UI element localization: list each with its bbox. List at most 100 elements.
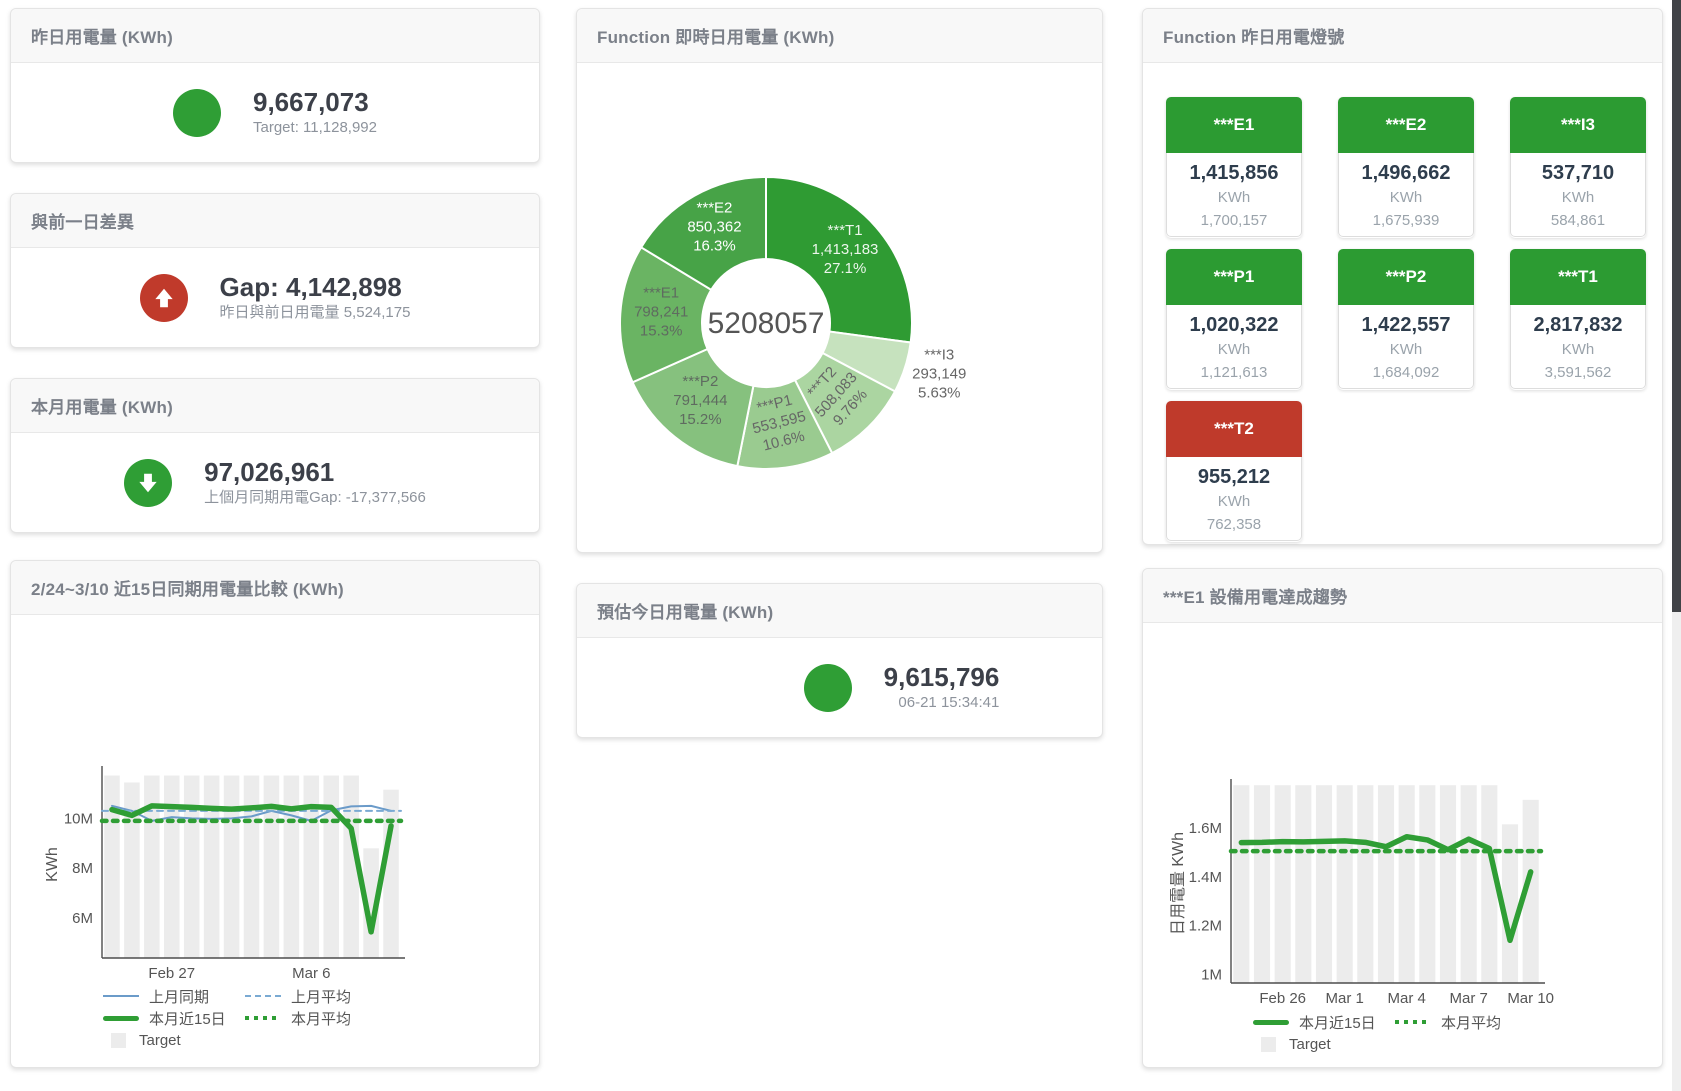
- forecast-timestamp: 06-21 15:34:41: [884, 692, 1000, 714]
- green-line-icon: [1253, 1020, 1289, 1025]
- target-bar: [224, 775, 240, 958]
- green-line-icon: [103, 1016, 139, 1021]
- target-bar: [264, 775, 280, 958]
- yesterday-target: Target: 11,128,992: [253, 117, 377, 139]
- target-bar: [1378, 785, 1394, 983]
- target-bar: [1440, 785, 1456, 983]
- compare-legend: 上月同期 上月平均 本月近15日 本月平均 Target: [103, 985, 387, 1051]
- tile-body: 1,020,322 KWh 1,121,613: [1166, 305, 1302, 389]
- tile-unit: KWh: [1511, 186, 1645, 209]
- legend-item-target[interactable]: Target: [103, 1032, 235, 1049]
- tile-value: 1,496,662: [1339, 160, 1473, 186]
- legend-item-this-month-avg[interactable]: 本月平均: [245, 1008, 387, 1029]
- tile-unit: KWh: [1339, 186, 1473, 209]
- tile-body: 2,817,832 KWh 3,591,562: [1510, 305, 1646, 389]
- card-e1-trend-chart: ***E1 設備用電達成趨勢 1M1.2M1.4M1.6MFeb 26Mar 1…: [1142, 568, 1663, 1068]
- tile-body: 1,496,662 KWh 1,675,939: [1338, 153, 1474, 237]
- legend-label: 本月平均: [291, 1008, 369, 1029]
- card-title-forecast: 預估今日用電量 (KWh): [597, 598, 773, 623]
- status-tile-p1[interactable]: ***P1 1,020,322 KWh 1,121,613: [1166, 249, 1302, 390]
- gap-value: Gap: 4,142,898: [220, 272, 411, 302]
- legend-label: 上月同期: [149, 986, 227, 1007]
- legend-label: 本月近15日: [1299, 1012, 1377, 1033]
- tile-header: ***P2: [1338, 249, 1474, 305]
- tile-value: 1,422,557: [1339, 312, 1473, 338]
- y-tick-label: 1M: [1201, 966, 1222, 983]
- target-bar: [1275, 785, 1291, 983]
- tile-header: ***P1: [1166, 249, 1302, 305]
- target-bar: [1316, 785, 1332, 983]
- target-bar: [304, 775, 320, 958]
- tile-value: 1,415,856: [1167, 160, 1301, 186]
- tile-unit: KWh: [1167, 338, 1301, 361]
- tile-target: 1,675,939: [1339, 209, 1473, 232]
- card-month-usage: 本月用電量 (KWh) 97,026,961 上個月同期用電Gap: -17,3…: [10, 378, 540, 533]
- x-tick-label: Mar 10: [1507, 990, 1554, 1007]
- tile-unit: KWh: [1167, 186, 1301, 209]
- trend-legend: 本月近15日 本月平均 Target: [1253, 1011, 1537, 1055]
- dashboard: 昨日用電量 (KWh) 9,667,073 Target: 11,128,992…: [0, 0, 1681, 1091]
- card-title-yesterday: 昨日用電量 (KWh): [31, 23, 173, 48]
- card-body: 9,615,796 06-21 15:34:41: [577, 638, 1102, 738]
- arrow-up-icon: [140, 274, 188, 322]
- status-tile-t1[interactable]: ***T1 2,817,832 KWh 3,591,562: [1510, 249, 1646, 390]
- target-bar: [204, 775, 220, 958]
- status-tile-i3[interactable]: ***I3 537,710 KWh 584,861: [1510, 97, 1646, 238]
- arrow-down-icon: [124, 459, 172, 507]
- target-bar: [323, 775, 339, 958]
- stat-row: 9,615,796 06-21 15:34:41: [639, 638, 1164, 738]
- card-today-forecast: 預估今日用電量 (KWh) 9,615,796 06-21 15:34:41: [576, 583, 1103, 738]
- tile-value: 537,710: [1511, 160, 1645, 186]
- tile-unit: KWh: [1167, 490, 1301, 513]
- gap-subtitle: 昨日與前日用電量 5,524,175: [220, 302, 411, 324]
- card-title-gap: 與前一日差異: [31, 208, 134, 233]
- status-tile-e1[interactable]: ***E1 1,415,856 KWh 1,700,157: [1166, 97, 1302, 238]
- card-compare-chart: 2/24~3/10 近15日同期用電量比較 (KWh) 6M8M10MFeb 2…: [10, 560, 540, 1068]
- tile-target: 1,700,157: [1167, 209, 1301, 232]
- status-tile-p2[interactable]: ***P2 1,422,557 KWh 1,684,092: [1338, 249, 1474, 390]
- card-light-status: Function 昨日用電燈號 ***E1 1,415,856 KWh 1,70…: [1142, 8, 1663, 545]
- legend-item-this-month[interactable]: 本月近15日: [103, 1008, 245, 1029]
- y-tick-label: 8M: [72, 860, 93, 877]
- card-header: 預估今日用電量 (KWh): [577, 584, 1102, 638]
- tile-target: 1,684,092: [1339, 361, 1473, 384]
- card-realtime-donut: Function 即時日用電量 (KWh) ***T11,413,18327.1…: [576, 8, 1103, 553]
- stat-row: Gap: 4,142,898 昨日與前日用電量 5,524,175: [11, 248, 539, 348]
- target-bar: [1357, 785, 1373, 983]
- target-bar: [184, 775, 200, 958]
- tile-unit: KWh: [1339, 338, 1473, 361]
- donut-center-total: 5208057: [708, 307, 825, 340]
- tile-target: 762,358: [1167, 513, 1301, 536]
- tile-body: 955,212 KWh 762,358: [1166, 457, 1302, 541]
- status-tile-e2[interactable]: ***E2 1,496,662 KWh 1,675,939: [1338, 97, 1474, 238]
- legend-item-target[interactable]: Target: [1253, 1036, 1385, 1053]
- tile-target: 1,121,613: [1167, 361, 1301, 384]
- tile-unit: KWh: [1511, 338, 1645, 361]
- x-tick-label: Mar 4: [1387, 990, 1425, 1007]
- legend-item-last-month-avg[interactable]: 上月平均: [245, 986, 387, 1007]
- tile-body: 1,422,557 KWh 1,684,092: [1338, 305, 1474, 389]
- scrollbar-thumb[interactable]: [1672, 0, 1681, 612]
- target-bar: [144, 775, 160, 958]
- tile-body: 537,710 KWh 584,861: [1510, 153, 1646, 237]
- legend-item-last-month[interactable]: 上月同期: [103, 986, 245, 1007]
- target-bar: [284, 775, 300, 958]
- x-tick-label: Mar 1: [1325, 990, 1363, 1007]
- status-circle-icon: [804, 664, 852, 712]
- legend-item-this-month[interactable]: 本月近15日: [1253, 1012, 1395, 1033]
- target-bar: [1419, 785, 1435, 983]
- month-gap: 上個月同期用電Gap: -17,377,566: [204, 487, 426, 509]
- card-body: 97,026,961 上個月同期用電Gap: -17,377,566: [11, 433, 539, 533]
- card-body: Gap: 4,142,898 昨日與前日用電量 5,524,175: [11, 248, 539, 348]
- legend-item-this-month-avg[interactable]: 本月平均: [1395, 1012, 1537, 1033]
- y-tick-label: 6M: [72, 910, 93, 927]
- yesterday-value: 9,667,073: [253, 87, 377, 117]
- card-header: Function 昨日用電燈號: [1143, 9, 1662, 63]
- card-yesterday-usage: 昨日用電量 (KWh) 9,667,073 Target: 11,128,992: [10, 8, 540, 163]
- status-tile-t2[interactable]: ***T2 955,212 KWh 762,358: [1166, 401, 1302, 542]
- target-bar: [1233, 785, 1249, 983]
- status-circle-icon: [173, 89, 221, 137]
- donut-slice-label: ***I3293,1495.63%: [912, 347, 966, 402]
- card-title-month: 本月用電量 (KWh): [31, 393, 173, 418]
- tile-grid: ***E1 1,415,856 KWh 1,700,157 ***E2 1,49…: [1143, 63, 1662, 544]
